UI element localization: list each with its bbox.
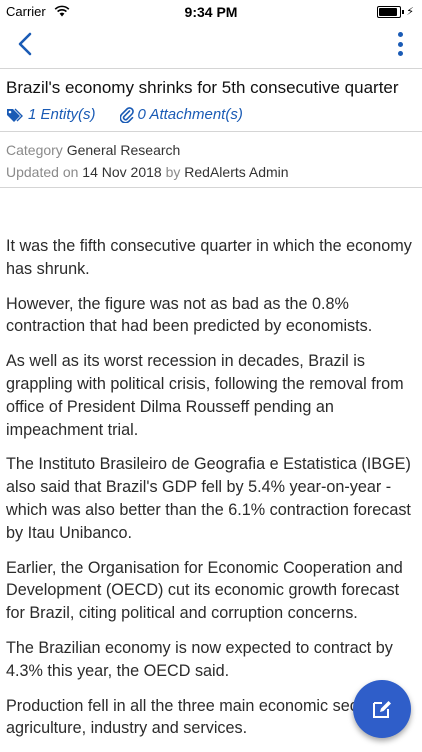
more-options-button[interactable] — [392, 30, 408, 58]
chevron-left-icon — [18, 32, 32, 56]
article-paragraph: As well as its worst recession in decade… — [6, 352, 404, 439]
edit-icon — [373, 701, 391, 718]
updated-date: 14 Nov 2018 — [82, 164, 162, 180]
article-header: Brazil's economy shrinks for 5th consecu… — [0, 68, 422, 132]
status-time: 9:34 PM — [184, 4, 238, 20]
charging-bolt-icon: ⚡ — [406, 6, 414, 18]
back-button[interactable] — [10, 28, 42, 60]
article-paragraph: Earlier, the Organisation for Economic C… — [6, 558, 403, 623]
article-title: Brazil's economy shrinks for 5th consecu… — [6, 78, 399, 97]
battery-icon — [377, 5, 402, 18]
paperclip-icon — [119, 106, 134, 123]
article-paragraph: The Brazilian economy is now expected to… — [6, 638, 393, 680]
article-paragraph: It was the fifth consecutive quarter in … — [6, 237, 412, 278]
category-value: General Research — [66, 142, 181, 158]
author-name: RedAlerts Admin — [184, 164, 289, 180]
entities-label: 1 Entity(s) — [28, 106, 96, 123]
navigation-bar — [0, 22, 422, 66]
by-label: by — [165, 164, 181, 180]
battery-indicator: ⚡ — [377, 5, 414, 18]
category-label: Category — [6, 142, 63, 158]
article-info: Category General Research Updated on 14 … — [0, 132, 422, 188]
entities-link[interactable]: 1 Entity(s) — [6, 106, 96, 123]
article-paragraph: However, the figure was not as bad as th… — [6, 294, 373, 336]
updated-row: Updated on 14 Nov 2018 by RedAlerts Admi… — [6, 164, 289, 180]
article-meta-links: 1 Entity(s) 0 Attachment(s) — [6, 106, 243, 123]
edit-fab-button[interactable] — [353, 680, 411, 738]
tags-icon — [7, 108, 23, 122]
more-vertical-icon — [397, 32, 403, 37]
status-bar: Carrier 9:34 PM ⚡ — [0, 0, 422, 22]
article-body: It was the fifth consecutive quarter in … — [6, 235, 416, 752]
attachments-label: 0 Attachment(s) — [137, 106, 243, 123]
updated-label: Updated on — [6, 164, 79, 180]
attachments-link[interactable]: 0 Attachment(s) — [119, 106, 243, 123]
category-row: Category General Research — [6, 142, 180, 158]
article-paragraph: The Instituto Brasileiro de Geografia e … — [6, 455, 411, 542]
